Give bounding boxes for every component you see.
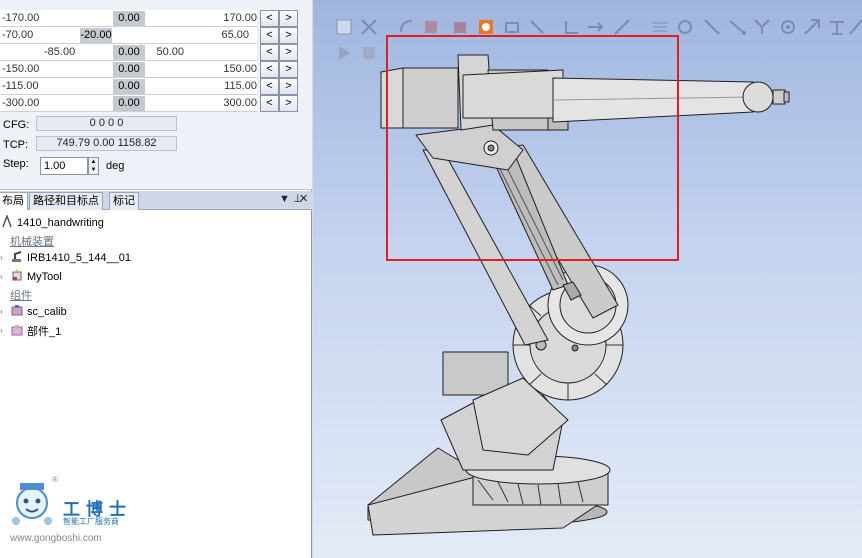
expand-icon[interactable]: › (0, 307, 3, 316)
joint-row-3: -85.00 0.00 50.00 < > (0, 44, 312, 61)
joint-slider-6[interactable]: -300.00 0.00 300.00 (0, 95, 257, 112)
step-label: Step: (3, 158, 29, 170)
joint-decrease-button[interactable]: < (260, 61, 279, 78)
joint-max: 300.00 (223, 97, 257, 109)
joint-increase-button[interactable]: > (279, 10, 298, 27)
cfg-label: CFG: (3, 119, 30, 131)
joint-row-2: -70.00 -20.00 65.00 < > (0, 27, 312, 44)
tree-group-components[interactable]: 组件 (10, 287, 32, 303)
joint-value: 0.00 (113, 96, 145, 111)
tab-paths-targets[interactable]: 路径和目标点 (29, 192, 103, 210)
joint-jog-panel: -170.00 0.00 170.00 < > -70.00 -20.00 65… (0, 0, 312, 190)
left-panel: -170.00 0.00 170.00 < > -70.00 -20.00 65… (0, 0, 312, 558)
tree-robot[interactable]: IRB1410_5_144__01 (10, 250, 131, 264)
joint-increase-button[interactable]: > (279, 78, 298, 95)
joint-max: 65.00 (221, 29, 249, 41)
3d-viewport[interactable] (313, 0, 862, 558)
joint-increase-button[interactable]: > (279, 44, 298, 61)
joint-value: 0.00 (113, 62, 145, 77)
joint-slider-4[interactable]: -150.00 0.00 150.00 (0, 61, 257, 78)
joint-min: -70.00 (2, 29, 34, 41)
joint-increase-button[interactable]: > (279, 61, 298, 78)
component-label: sc_calib (27, 306, 67, 318)
joint-increase-button[interactable]: > (279, 95, 298, 112)
close-icon[interactable]: ✕ (299, 192, 308, 205)
tool-icon (12, 269, 22, 281)
station-label: 1410_handwriting (17, 217, 104, 229)
watermark: ® 工博士 智能工厂服务商 www.gongboshi.com (8, 475, 138, 550)
tree-tab-strip: 布局 路径和目标点 标记 ▼ ⊥ ✕ (0, 191, 312, 210)
expand-icon[interactable]: › (0, 272, 3, 281)
joint-max: 50.00 (156, 46, 184, 58)
component-icon (11, 305, 23, 316)
joint-value: 0.00 (113, 45, 145, 60)
tree-group-mechanisms[interactable]: 机械装置 (10, 233, 54, 249)
step-unit: deg (106, 160, 125, 172)
joint-decrease-button[interactable]: < (260, 10, 279, 27)
joint-min: -115.00 (2, 80, 39, 92)
joint-min: -300.00 (2, 97, 40, 109)
component-icon (11, 325, 23, 336)
robot-label: IRB1410_5_144__01 (27, 252, 131, 264)
joint-decrease-button[interactable]: < (260, 27, 279, 44)
step-spinner[interactable]: ▲ ▼ (88, 157, 99, 175)
component-label: 部件_1 (27, 326, 62, 338)
tab-tags[interactable]: 标记 (109, 192, 139, 210)
tcp-label: TCP: (3, 139, 29, 151)
joint-row-4: -150.00 0.00 150.00 < > (0, 61, 312, 78)
joint-slider-3[interactable]: -85.00 0.00 50.00 (0, 44, 257, 61)
brand-tagline: 智能工厂服务商 (63, 517, 119, 526)
selection-highlight-box (386, 35, 679, 261)
joint-min: -150.00 (2, 63, 40, 75)
cfg-field: 0 0 0 0 (36, 116, 177, 131)
joint-decrease-button[interactable]: < (260, 95, 279, 112)
joint-value: 0.00 (113, 79, 145, 94)
joint-min: -85.00 (44, 46, 76, 58)
joint-max: 170.00 (223, 12, 257, 24)
joint-value: -20.00 (80, 28, 112, 43)
registered-mark: ® (52, 475, 58, 484)
brand-url: www.gongboshi.com (10, 533, 102, 544)
joint-slider-5[interactable]: -115.00 0.00 115.00 (0, 78, 257, 95)
joint-decrease-button[interactable]: < (260, 78, 279, 95)
tool-label: MyTool (27, 271, 62, 283)
joint-row-6: -300.00 0.00 300.00 < > (0, 95, 312, 112)
joint-increase-button[interactable]: > (279, 27, 298, 44)
expand-icon[interactable]: › (0, 253, 3, 262)
tcp-field: 749.79 0.00 1158.82 (36, 136, 177, 151)
joint-value: 0.00 (113, 11, 145, 26)
tab-layout[interactable]: 布局 (0, 192, 28, 210)
spin-down-icon[interactable]: ▼ (89, 166, 98, 174)
mascot-logo-icon (12, 483, 52, 525)
expand-icon[interactable]: › (0, 326, 3, 335)
joint-max: 150.00 (223, 63, 257, 75)
spin-up-icon[interactable]: ▲ (89, 158, 98, 166)
station-icon (2, 215, 12, 228)
joint-min: -170.00 (2, 12, 40, 24)
tree-tool[interactable]: MyTool (10, 269, 62, 283)
robot-icon (12, 251, 22, 262)
joint-decrease-button[interactable]: < (260, 44, 279, 61)
tree-component-sc-calib[interactable]: sc_calib (10, 304, 67, 318)
tree-component-part1[interactable]: 部件_1 (10, 323, 61, 339)
tree-station[interactable]: 1410_handwriting (0, 215, 104, 229)
step-input[interactable]: 1.00 (40, 157, 88, 175)
joint-row-5: -115.00 0.00 115.00 < > (0, 78, 312, 95)
joint-slider-2[interactable]: -70.00 -20.00 65.00 (0, 27, 257, 44)
joint-slider-1[interactable]: -170.00 0.00 170.00 (0, 10, 257, 27)
joint-row-1: -170.00 0.00 170.00 < > (0, 10, 312, 27)
joint-max: 115.00 (224, 80, 257, 92)
